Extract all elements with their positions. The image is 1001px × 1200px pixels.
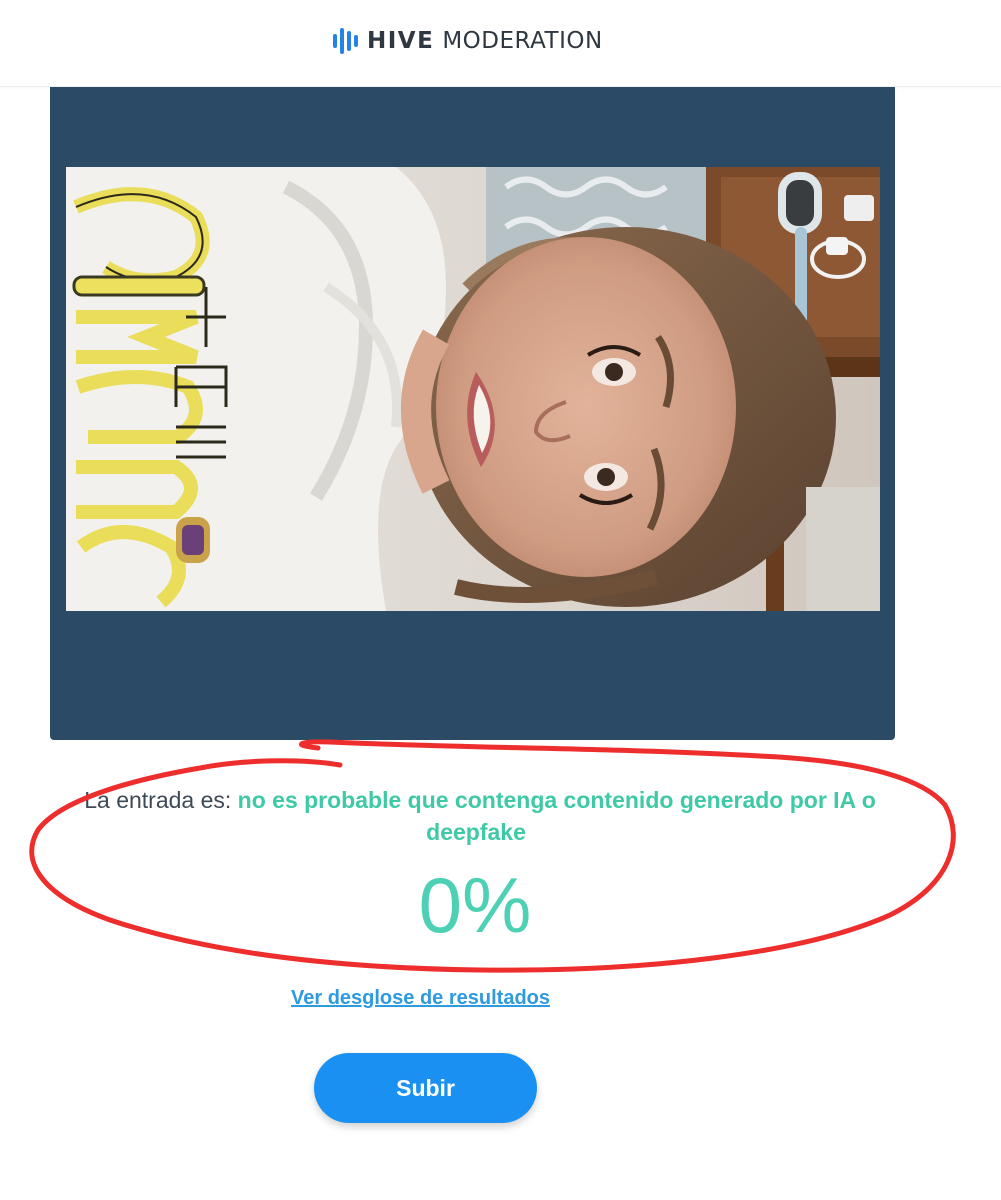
brand-name-bold: HIVE xyxy=(367,28,435,54)
result-statement: La entrada es: no es probable que conten… xyxy=(40,784,920,816)
result-verdict: no es probable que contenga contenido ge… xyxy=(237,787,876,813)
brand-name-light: MODERATION xyxy=(442,28,603,54)
uploaded-photo xyxy=(66,167,880,611)
upload-button[interactable]: Subir xyxy=(314,1053,537,1123)
result-verdict-continued: deepfake xyxy=(426,819,526,845)
selfie-photo-image xyxy=(66,167,880,611)
hive-bars-icon xyxy=(333,28,358,54)
ai-probability-percent: 0% xyxy=(418,861,532,949)
top-header: HIVE MODERATION xyxy=(0,0,1001,87)
result-label: La entrada es: xyxy=(84,787,232,813)
view-breakdown-link[interactable]: Ver desglose de resultados xyxy=(291,987,550,1010)
uploaded-image-panel xyxy=(50,87,895,740)
hive-moderation-logo[interactable]: HIVE MODERATION xyxy=(332,26,603,56)
